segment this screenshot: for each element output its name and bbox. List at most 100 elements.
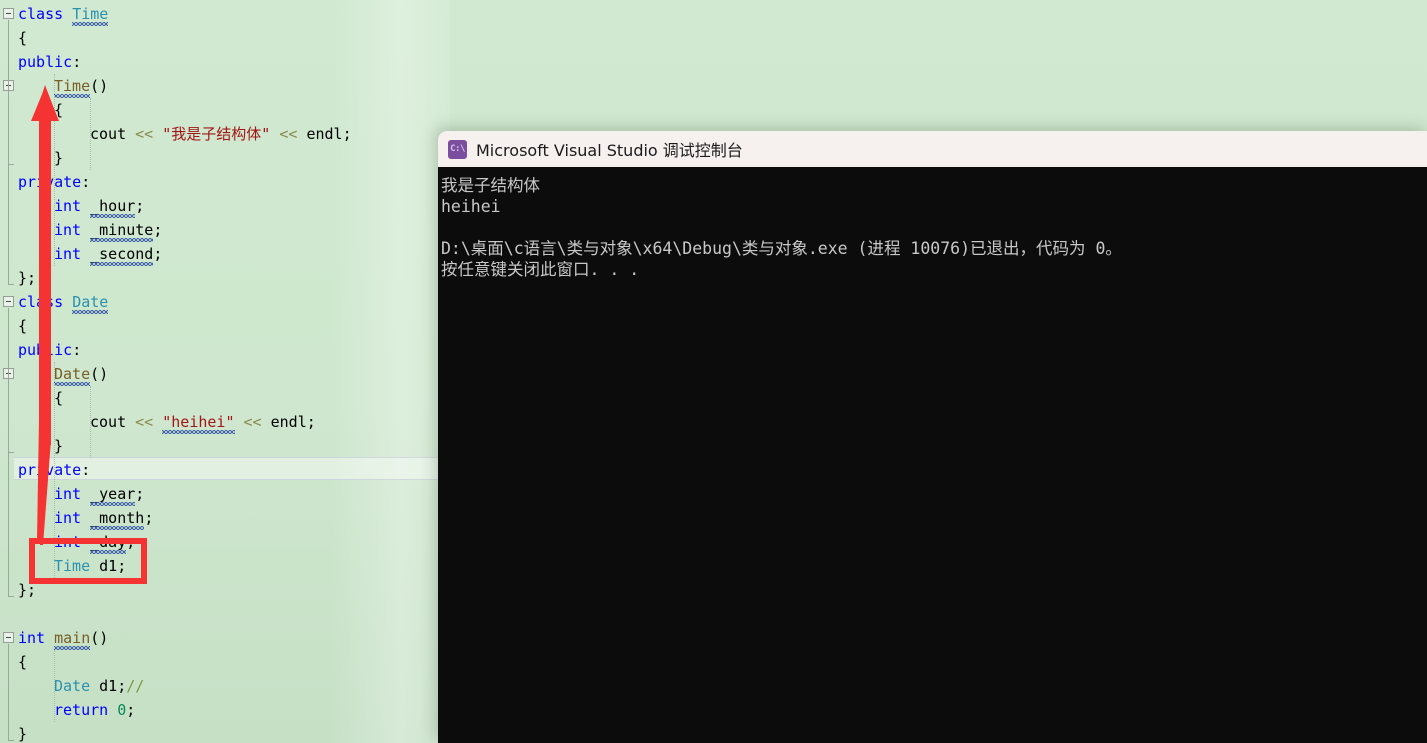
code-line[interactable]: } <box>18 722 27 743</box>
code-token: int <box>54 245 91 263</box>
code-line[interactable]: cout << "我是子结构体" << endl; <box>18 122 352 146</box>
code-line[interactable]: } <box>18 146 63 170</box>
code-line[interactable]: class Date <box>18 290 108 314</box>
code-token: << <box>234 413 271 431</box>
code-token: ; <box>135 197 145 215</box>
fold-rail <box>8 644 9 740</box>
code-token: int <box>54 197 91 215</box>
code-token: endl <box>270 413 307 431</box>
code-token: ; <box>144 509 154 527</box>
code-token: : <box>81 461 91 479</box>
code-token: ; <box>153 245 163 263</box>
fold-toggle-icon[interactable] <box>3 8 14 19</box>
code-token: 0 <box>117 701 127 719</box>
code-line[interactable]: class Time <box>18 2 108 26</box>
console-output-line: heihei <box>441 197 501 216</box>
editor-sheen <box>330 0 450 743</box>
console-window-icon: C:\ <box>448 139 467 159</box>
code-token: () <box>90 629 109 647</box>
code-token: ; <box>153 221 163 239</box>
code-token: _year <box>90 485 136 503</box>
code-token: Time <box>54 77 91 95</box>
fold-rail-end <box>8 284 14 285</box>
fold-rail <box>8 380 9 452</box>
code-line[interactable]: Date d1;// <box>18 674 144 698</box>
console-window[interactable]: C:\ Microsoft Visual Studio 调试控制台 我是子结构体… <box>438 131 1427 743</box>
code-line[interactable]: { <box>18 98 63 122</box>
code-line[interactable]: { <box>18 386 63 410</box>
code-token: ; <box>135 485 145 503</box>
code-token: endl <box>306 125 343 143</box>
code-token: _month <box>90 509 145 527</box>
fold-rail-end <box>8 164 14 165</box>
code-line[interactable]: cout << "heihei" << endl; <box>18 410 316 434</box>
screen-root: class Time{public: Time(){cout << "我是子结构体… <box>0 0 1427 743</box>
code-token: }; <box>18 269 37 287</box>
code-token: Date <box>72 293 109 311</box>
indent-guide <box>54 650 56 722</box>
console-titlebar[interactable]: C:\ Microsoft Visual Studio 调试控制台 <box>438 131 1427 167</box>
code-line[interactable]: Date() <box>18 362 108 386</box>
code-token: Date <box>54 365 91 383</box>
code-token: int <box>54 485 91 503</box>
code-token: public <box>18 341 73 359</box>
console-title: Microsoft Visual Studio 调试控制台 <box>476 141 743 160</box>
code-token: Time <box>72 5 109 23</box>
code-token: { <box>18 653 28 671</box>
code-token: int <box>54 221 91 239</box>
code-line[interactable]: Time() <box>18 74 108 98</box>
code-token: << <box>135 125 163 143</box>
console-output-line: 我是子结构体 <box>441 176 540 195</box>
code-token: } <box>18 725 28 743</box>
code-token: _second <box>90 245 154 263</box>
code-line[interactable]: } <box>18 434 63 458</box>
code-token: main <box>54 629 91 647</box>
console-output[interactable]: 我是子结构体 heihei D:\桌面\c语言\类与对象\x64\Debug\类与… <box>438 167 1427 743</box>
code-line[interactable]: int _month; <box>18 506 153 530</box>
code-line[interactable]: int _second; <box>18 242 162 266</box>
code-token: ; <box>342 125 352 143</box>
code-line[interactable]: }; <box>18 266 36 290</box>
indent-guide <box>90 386 92 458</box>
fold-rail-end <box>8 596 14 597</box>
code-token: { <box>18 317 28 335</box>
code-token: ; <box>306 413 316 431</box>
code-token: << <box>135 413 163 431</box>
code-token: class <box>18 5 73 23</box>
code-line[interactable]: { <box>18 314 27 338</box>
editor-fold-gutter[interactable] <box>0 0 18 743</box>
code-token: << <box>270 125 307 143</box>
code-token: () <box>90 77 109 95</box>
console-output-line: 按任意键关闭此窗口. . . <box>441 260 640 279</box>
code-token: int <box>18 629 55 647</box>
code-token: _minute <box>90 221 154 239</box>
code-token: () <box>90 365 109 383</box>
code-token: cout <box>90 125 136 143</box>
code-token: return <box>54 701 118 719</box>
code-token: private <box>18 461 82 479</box>
code-line[interactable]: int _hour; <box>18 194 144 218</box>
fold-toggle-icon[interactable] <box>3 296 14 307</box>
code-line[interactable]: int _year; <box>18 482 144 506</box>
code-token: ; <box>117 677 127 695</box>
code-token: "heihei" <box>162 413 235 431</box>
code-token: public <box>18 53 73 71</box>
code-line[interactable]: int _minute; <box>18 218 162 242</box>
code-line[interactable]: { <box>18 650 27 674</box>
fold-toggle-icon[interactable] <box>3 632 14 643</box>
fold-rail-end <box>8 740 14 741</box>
code-line[interactable]: public: <box>18 338 81 362</box>
code-token: // <box>126 677 145 695</box>
code-line[interactable]: return 0; <box>18 698 135 722</box>
fold-rail-end <box>8 452 14 453</box>
code-token: private <box>18 173 82 191</box>
code-line[interactable]: { <box>18 26 27 50</box>
code-token: : <box>81 173 91 191</box>
code-token: cout <box>90 413 136 431</box>
code-line[interactable]: int main() <box>18 626 108 650</box>
code-line[interactable]: public: <box>18 50 81 74</box>
indent-guide <box>54 74 56 266</box>
code-token: { <box>18 29 28 47</box>
code-token: _hour <box>90 197 136 215</box>
